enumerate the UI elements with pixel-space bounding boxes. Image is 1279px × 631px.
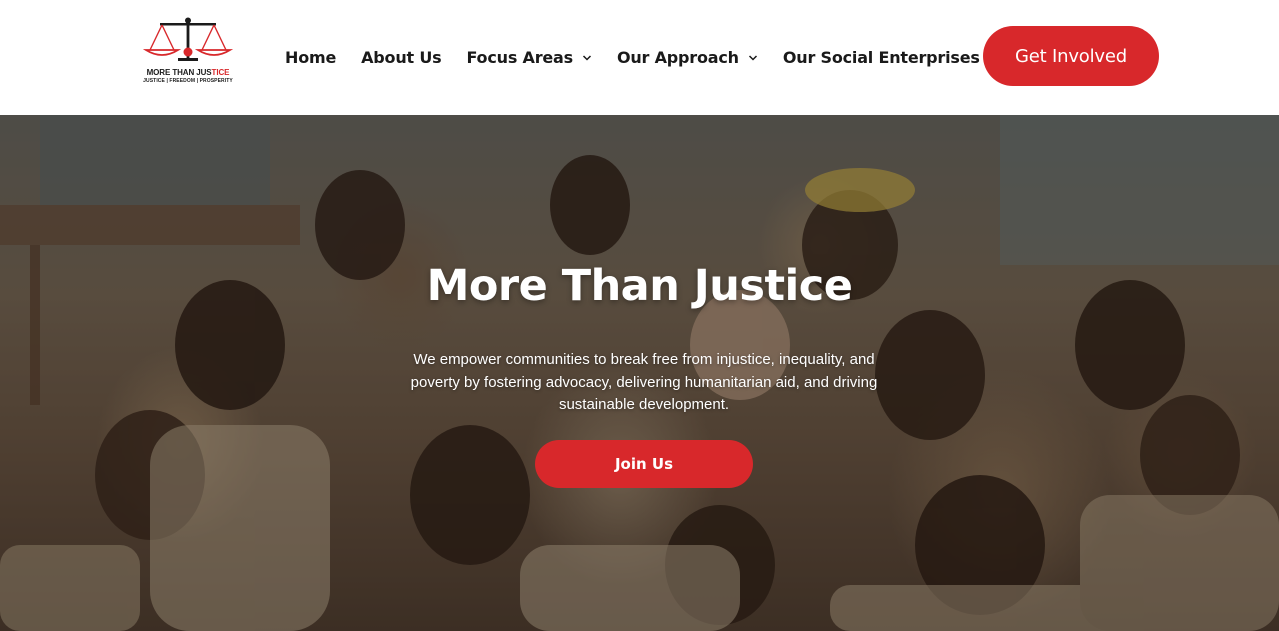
nav-item-about-us[interactable]: About Us xyxy=(361,48,442,67)
nav-item-social-enterprises[interactable]: Our Social Enterprises xyxy=(783,48,999,67)
hero-section: More Than Justice We empower communities… xyxy=(0,115,1279,631)
chevron-down-icon xyxy=(748,53,758,63)
get-involved-button[interactable]: Get Involved xyxy=(983,26,1159,86)
nav-item-label: Home xyxy=(285,48,337,67)
nav-item-home[interactable]: Home xyxy=(285,48,336,67)
site-header: MORE THAN JUSTICE JUSTICE | FREEDOM | PR… xyxy=(0,0,1279,115)
hero-title: More Than Justice xyxy=(426,261,853,311)
logo-wordmark: MORE THAN JUSTICE xyxy=(146,68,230,77)
nav-item-focus-areas[interactable]: Focus Areas xyxy=(466,48,592,67)
hero-description: We empower communities to break free fro… xyxy=(410,351,878,413)
nav-item-label: About Us xyxy=(361,48,442,67)
nav-item-our-approach[interactable]: Our Approach xyxy=(617,48,758,67)
nav-item-label: Our Social Enterprises xyxy=(782,48,980,67)
scales-of-justice-icon xyxy=(142,17,234,61)
nav-item-label: Focus Areas xyxy=(466,48,573,67)
site-logo[interactable]: MORE THAN JUSTICE JUSTICE | FREEDOM | PR… xyxy=(140,16,236,88)
logo-tagline: JUSTICE | FREEDOM | PROSPERITY xyxy=(143,78,233,84)
join-us-button[interactable]: Join Us xyxy=(535,440,753,488)
main-nav: Home About Us Focus Areas Our Approach O… xyxy=(285,0,999,115)
chevron-down-icon xyxy=(582,53,592,63)
nav-item-label: Our Approach xyxy=(616,48,739,67)
